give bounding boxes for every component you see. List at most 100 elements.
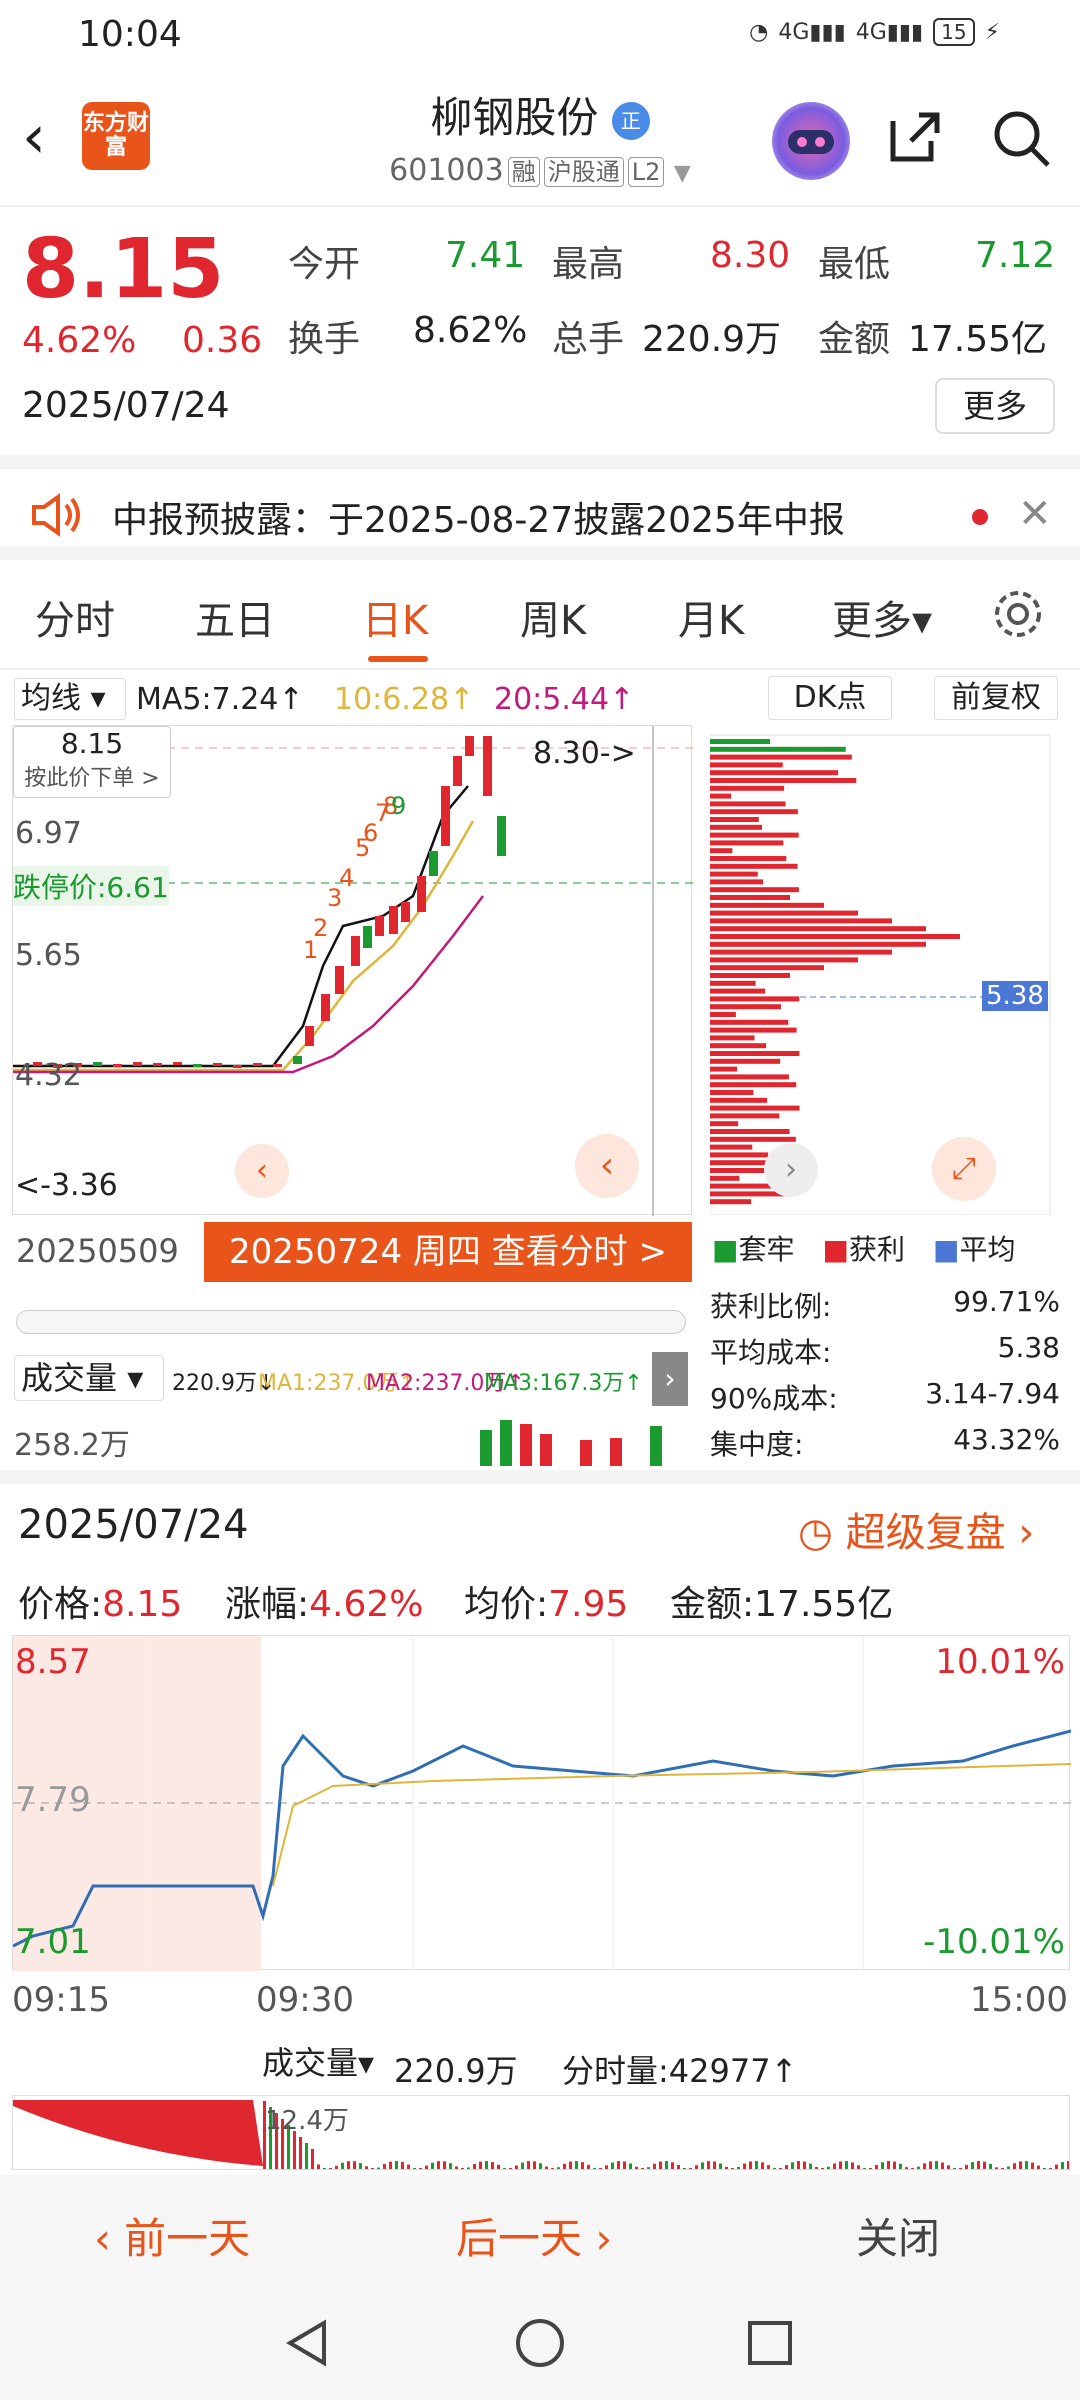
chevron-right-icon[interactable]: › [764,1143,818,1197]
volume-bar [635,2166,638,2169]
kline-chart[interactable]: 123456789 8.15 按此价下单 > 6.97 跌停价:6.61 5.6… [12,725,693,1216]
nav-recents-icon[interactable] [742,2315,798,2371]
volume-bar [353,2161,356,2169]
volume-bar [923,2163,926,2169]
limit-down-label: 跌停价:6.61 [13,866,169,906]
close-icon[interactable]: ✕ [1018,491,1052,537]
share-icon[interactable] [885,107,945,167]
more-quote-button[interactable]: 更多 [935,378,1055,434]
chip-bar [710,1027,797,1033]
volume-bar [1061,2162,1064,2169]
volume-bar [389,2161,392,2169]
volume-bar [599,2168,602,2169]
vol-axis-label: 258.2万 [14,1428,130,1463]
expand-arrow-icon[interactable]: › [652,1352,688,1406]
chip-bar [710,824,763,830]
volume-bar [347,2161,350,2169]
volume-bar [539,2163,542,2169]
volume-bar [749,2161,752,2169]
intraday-volume-toggle[interactable]: 成交量▾ [262,2040,390,2088]
chip-bar [710,941,926,947]
volume-bar [713,2161,716,2169]
section-divider [0,1470,1080,1484]
nav-back-icon[interactable] [280,2315,336,2371]
settings-gear-icon[interactable] [990,586,1046,642]
ai-assistant-avatar[interactable] [772,102,850,180]
notice-banner[interactable]: 中报预披露：于2025-08-27披露2025年中报 ✕ [0,455,1080,560]
tab-monthly-k[interactable]: 月K [678,588,744,646]
wifi-icon: ◔ [749,19,769,45]
candlestick [173,1062,182,1065]
ma-toggle-dropdown[interactable]: 均线 ▾ [14,678,126,720]
high-label: 最高 [552,244,625,285]
volume-bar [785,2165,788,2169]
volume-bar [911,2168,914,2169]
volume-bar [839,2161,842,2169]
super-replay-button[interactable]: ◷ 超级复盘 › [798,1500,1034,1558]
candlestick [429,851,438,876]
volume-bar [1007,2166,1010,2169]
volume-bar [803,2161,806,2169]
tag-l2: L2 [627,157,665,187]
volume-bar [725,2166,728,2169]
volume-bar [455,2166,458,2169]
range-slider[interactable] [16,1310,686,1334]
volume-bar [587,2164,590,2169]
volume-bar [707,2161,710,2169]
chip-distribution-chart[interactable]: 5.38 › ⤢ [709,725,1052,1216]
kline-volume-bars [480,1420,662,1466]
candlestick [93,1062,102,1066]
chip-bar [710,1043,767,1049]
volume-bar [563,2163,566,2169]
scroll-left-icon[interactable]: ‹ [235,1144,289,1198]
td-sequence-number: 4 [339,864,354,892]
chip-bar [710,1097,768,1103]
intraday-chart[interactable]: 8.57 7.79 7.01 10.01% -10.01% [12,1635,1072,1971]
search-icon[interactable] [990,107,1052,169]
tab-more[interactable]: 更多▾ [832,588,932,646]
volume-bar [437,2161,440,2169]
tab-five-day[interactable]: 五日 [195,588,275,646]
volume-bar [533,2161,536,2169]
tab-intraday[interactable]: 分时 [35,588,115,646]
volume-bar [851,2162,854,2169]
candlestick [465,736,474,756]
expand-icon[interactable]: ⤢ [932,1137,996,1201]
volume-bar [623,2161,626,2169]
view-intraday-banner[interactable]: 20250724 周四 查看分时 > [204,1222,692,1282]
official-badge-icon: 正 [611,101,650,140]
scroll-left-icon[interactable]: ‹ [575,1134,639,1198]
tab-daily-k[interactable]: 日K [362,588,428,646]
intraday-stats: 价格:8.15 [18,1584,183,1625]
price-axis-top: 8.57 [15,1642,91,1682]
candlestick [253,1063,262,1066]
volume-bar [863,2168,866,2169]
chip-bar [710,871,758,877]
dk-point-dropdown[interactable]: DK点 [768,676,892,720]
volume-bar [407,2164,410,2169]
chip-bar [710,1121,739,1127]
candlestick [363,926,372,948]
nav-home-icon[interactable] [512,2315,568,2371]
chip-bar [710,1090,754,1095]
candlestick [293,1056,302,1064]
close-button[interactable]: 关闭 [856,2205,940,2266]
cursor-price-box[interactable]: 8.15 按此价下单 > [13,726,171,798]
volume-bar [833,2163,836,2169]
volume-bar [329,2168,332,2169]
volume-bar [899,2163,902,2169]
volume-bar [905,2167,908,2169]
tab-weekly-k[interactable]: 周K [520,588,586,646]
volume-bar [569,2161,572,2169]
volume-bar [1049,2168,1052,2169]
volume-toggle-dropdown[interactable]: 成交量 ▾ [14,1355,164,1401]
restore-rights-button[interactable]: 前复权 [934,676,1058,720]
volume-bar [797,2161,800,2169]
prev-day-button[interactable]: ‹ 前一天 [94,2205,250,2266]
intraday-svg [12,1636,1072,1971]
next-day-button[interactable]: 后一天 › [456,2205,612,2266]
chip-bar [710,988,766,994]
chip-bar [710,887,799,893]
legend-profit: ■获利 [822,1233,905,1266]
tag-margin: 融 [507,157,540,187]
